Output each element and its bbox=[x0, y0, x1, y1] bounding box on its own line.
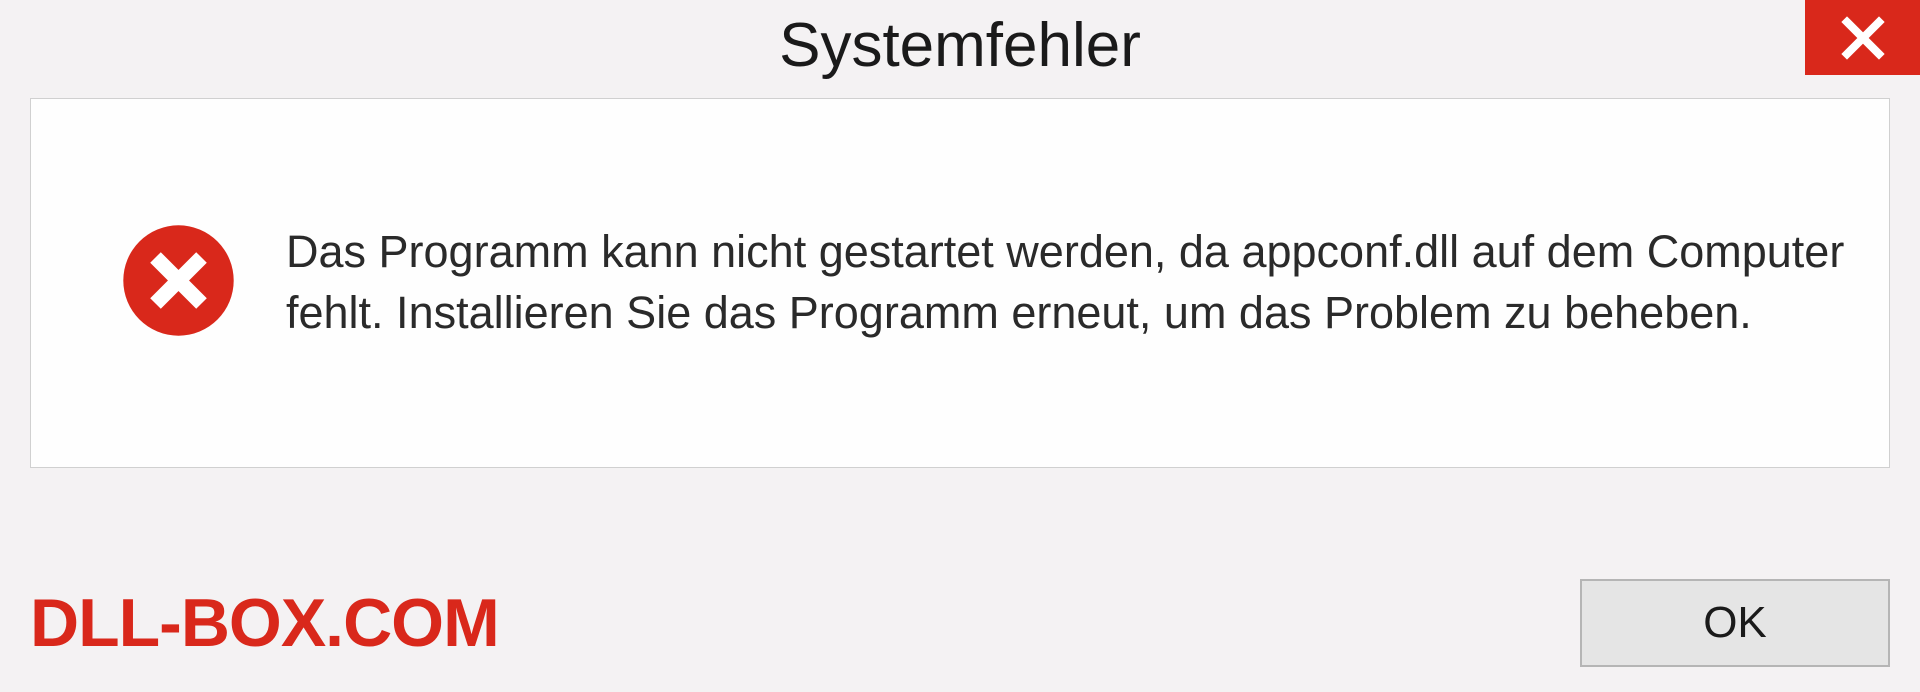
error-icon bbox=[121, 223, 236, 343]
error-message: Das Programm kann nicht gestartet werden… bbox=[286, 222, 1849, 344]
watermark-text: DLL-BOX.COM bbox=[30, 584, 499, 662]
ok-button[interactable]: OK bbox=[1580, 579, 1890, 667]
dialog-title: Systemfehler bbox=[779, 10, 1141, 81]
titlebar: Systemfehler bbox=[0, 0, 1920, 90]
close-button[interactable] bbox=[1805, 0, 1920, 75]
error-dialog: Systemfehler Das Programm kann nicht ges… bbox=[0, 0, 1920, 692]
content-area: Das Programm kann nicht gestartet werden… bbox=[30, 98, 1890, 468]
close-icon bbox=[1839, 14, 1887, 62]
footer: DLL-BOX.COM OK bbox=[30, 579, 1890, 667]
